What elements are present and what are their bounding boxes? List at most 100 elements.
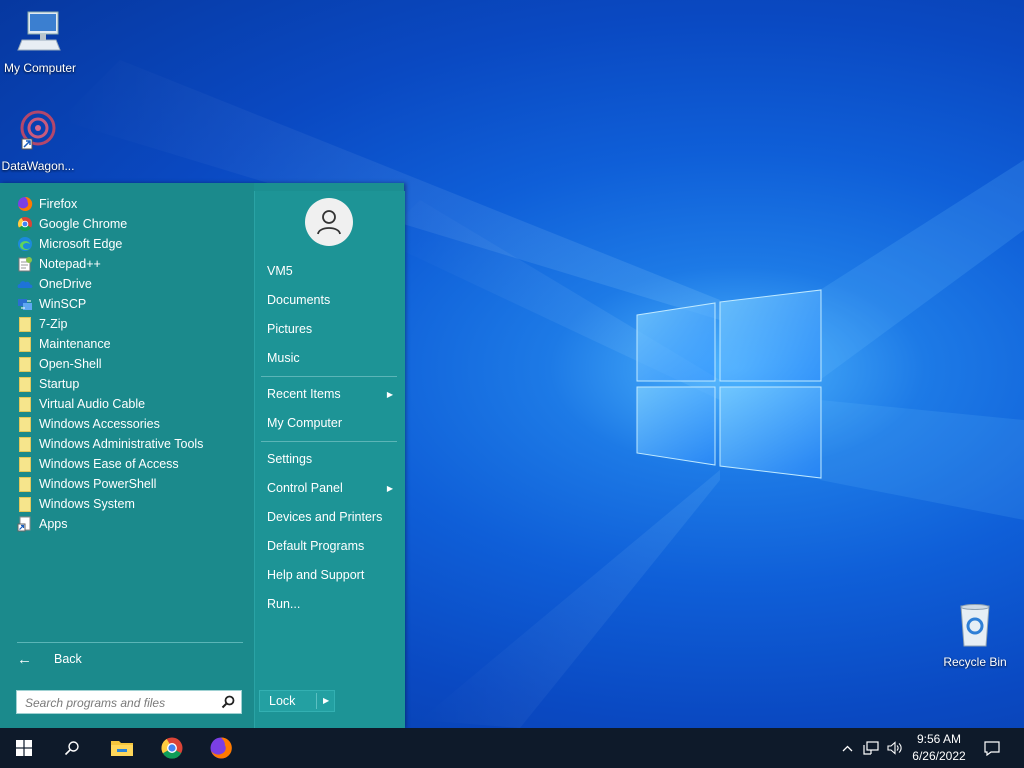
network-icon: [863, 741, 879, 755]
program-label: OneDrive: [39, 277, 92, 291]
network-tray-button[interactable]: [860, 728, 882, 768]
menu-item-default-programs[interactable]: Default Programs: [267, 536, 397, 556]
edge-icon: [17, 236, 33, 252]
folder-icon: [17, 416, 33, 432]
program-item-firefox[interactable]: Firefox: [0, 194, 254, 214]
datawagon-icon: [20, 110, 56, 150]
folder-icon: [17, 476, 33, 492]
menu-item-recent-items[interactable]: Recent Items ▶: [267, 384, 397, 404]
clock-time: 9:56 AM: [916, 732, 962, 746]
program-item-google-chrome[interactable]: Google Chrome: [0, 214, 254, 234]
program-label: Apps: [39, 517, 68, 531]
program-label: Windows System: [39, 497, 135, 511]
desktop-icon-recycle-bin[interactable]: Recycle Bin: [935, 602, 1015, 669]
start-menu-places-pane: VM5 Documents Pictures Music Recent Item…: [254, 191, 405, 728]
program-label: Windows PowerShell: [39, 477, 157, 491]
desktop-icon-label: Recycle Bin: [943, 655, 1007, 669]
taskbar-clock[interactable]: 9:56 AM 6/26/2022: [906, 731, 972, 765]
program-label: Startup: [39, 377, 80, 391]
taskbar-search-button[interactable]: [48, 728, 96, 768]
program-item-7zip[interactable]: 7-Zip: [0, 314, 254, 334]
volume-tray-button[interactable]: [884, 728, 906, 768]
chrome-icon: [17, 216, 33, 232]
recycle-bin-icon: [960, 604, 990, 647]
folder-icon: [17, 316, 33, 332]
user-avatar[interactable]: [305, 198, 353, 246]
menu-item-devices-and-printers[interactable]: Devices and Printers: [267, 507, 397, 527]
firefox-icon: [210, 737, 232, 759]
menu-item-run[interactable]: Run...: [267, 594, 397, 614]
start-menu: Firefox Google Chrome Microsoft Edge Not…: [0, 183, 405, 728]
windows-start-icon: [16, 740, 32, 756]
program-item-virtual-audio-cable[interactable]: Virtual Audio Cable: [0, 394, 254, 414]
search-box[interactable]: [16, 690, 242, 714]
taskbar-file-explorer[interactable]: [98, 728, 146, 768]
menu-item-label: VM5: [267, 264, 293, 278]
program-item-open-shell[interactable]: Open-Shell: [0, 354, 254, 374]
menu-item-music[interactable]: Music: [267, 348, 397, 368]
program-label: Windows Accessories: [39, 417, 160, 431]
folder-icon: [17, 436, 33, 452]
back-button[interactable]: ← Back: [17, 649, 82, 669]
taskbar-chrome[interactable]: [148, 728, 196, 768]
program-label: WinSCP: [39, 297, 87, 311]
lock-divider: [316, 693, 317, 709]
menu-item-label: Documents: [267, 293, 331, 307]
onedrive-icon: [17, 276, 33, 292]
menu-item-pictures[interactable]: Pictures: [267, 319, 397, 339]
notification-center-icon: [984, 740, 1000, 756]
desktop-icon-my-computer[interactable]: My Computer: [0, 8, 80, 75]
program-label: Firefox: [39, 197, 78, 211]
menu-item-documents[interactable]: Documents: [267, 290, 397, 310]
program-item-maintenance[interactable]: Maintenance: [0, 334, 254, 354]
program-item-windows-accessories[interactable]: Windows Accessories: [0, 414, 254, 434]
menu-item-user[interactable]: VM5: [267, 261, 397, 281]
clock-date: 6/26/2022: [912, 749, 966, 763]
lock-label: Lock: [269, 694, 296, 708]
program-item-windows-administrative-tools[interactable]: Windows Administrative Tools: [0, 434, 254, 454]
submenu-arrow-icon: ▶: [386, 389, 393, 399]
program-item-notepadpp[interactable]: Notepad++: [0, 254, 254, 274]
search-input[interactable]: [23, 692, 217, 714]
notepadpp-icon: [17, 256, 33, 272]
menu-item-help-and-support[interactable]: Help and Support: [267, 565, 397, 585]
apps-icon: [17, 516, 33, 532]
program-item-windows-system[interactable]: Windows System: [0, 494, 254, 514]
program-item-apps[interactable]: Apps: [0, 514, 254, 534]
folder-icon: [17, 356, 33, 372]
start-menu-program-pane: Firefox Google Chrome Microsoft Edge Not…: [0, 183, 254, 728]
program-list-separator: [17, 642, 243, 643]
program-label: Windows Ease of Access: [39, 457, 179, 471]
user-icon: [317, 210, 341, 235]
chrome-icon: [161, 737, 183, 759]
menu-item-control-panel[interactable]: Control Panel ▶: [267, 478, 397, 498]
menu-item-label: Run...: [267, 597, 301, 611]
taskbar-firefox[interactable]: [197, 728, 245, 768]
program-item-microsoft-edge[interactable]: Microsoft Edge: [0, 234, 254, 254]
folder-icon: [17, 496, 33, 512]
lock-button[interactable]: Lock ▶: [259, 690, 335, 712]
folder-icon: [17, 336, 33, 352]
program-item-onedrive[interactable]: OneDrive: [0, 274, 254, 294]
chevron-up-icon: [842, 745, 852, 751]
file-explorer-icon: [111, 741, 133, 756]
menu-item-label: Settings: [267, 452, 313, 466]
program-item-winscp[interactable]: WinSCP: [0, 294, 254, 314]
program-label: Microsoft Edge: [39, 237, 123, 251]
program-label: Notepad++: [39, 257, 101, 271]
search-icon[interactable]: [221, 695, 235, 709]
menu-item-my-computer[interactable]: My Computer: [267, 413, 397, 433]
program-item-windows-ease-of-access[interactable]: Windows Ease of Access: [0, 454, 254, 474]
show-hidden-icons-button[interactable]: [838, 728, 856, 768]
menu-item-label: Devices and Printers: [267, 510, 383, 524]
program-label: Google Chrome: [39, 217, 128, 231]
shutdown-options-arrow-icon[interactable]: ▶: [323, 696, 329, 705]
notifications-button[interactable]: [978, 728, 1006, 768]
start-button[interactable]: [0, 728, 48, 768]
firefox-icon: [17, 196, 33, 212]
menu-item-settings[interactable]: Settings: [267, 449, 397, 469]
program-item-startup[interactable]: Startup: [0, 374, 254, 394]
program-item-windows-powershell[interactable]: Windows PowerShell: [0, 474, 254, 494]
desktop-icon-datawagon[interactable]: DataWagon...: [0, 106, 78, 173]
back-label: Back: [54, 652, 82, 666]
